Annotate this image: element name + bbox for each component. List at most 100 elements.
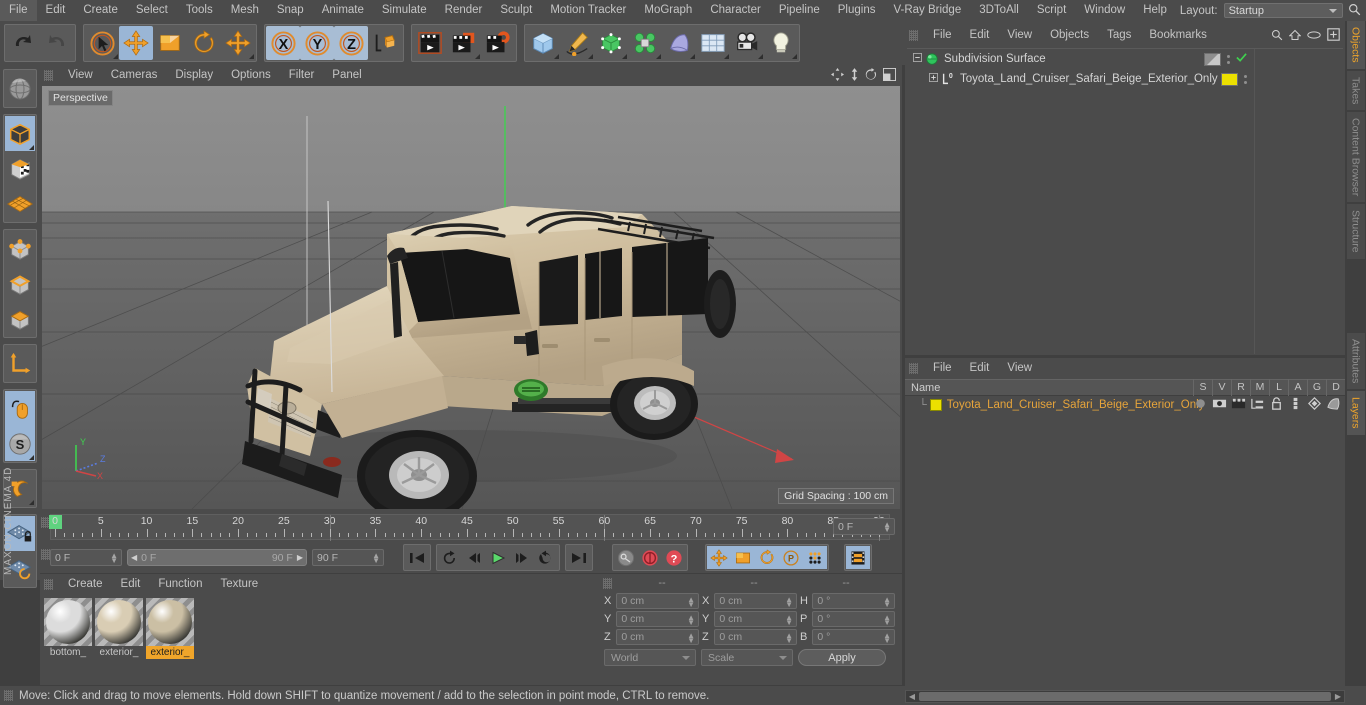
viewport-menu-options[interactable]: Options [222, 65, 280, 86]
object-menu-bookmarks[interactable]: Bookmarks [1140, 25, 1216, 46]
layout-select[interactable]: Startup [1223, 3, 1343, 18]
scroll-thumb[interactable] [919, 692, 1331, 701]
size-field[interactable]: 0 cm ▲ ▼ [714, 593, 797, 609]
preview-range-bar[interactable]: ◀ 0 F 90 F ▶ [127, 549, 307, 566]
spline-pen-button[interactable] [560, 26, 594, 60]
viewport-menu-view[interactable]: View [59, 65, 102, 86]
menu-item-mograph[interactable]: MoGraph [635, 0, 701, 21]
camera-button[interactable] [730, 26, 764, 60]
status-grip[interactable] [4, 690, 13, 701]
menu-item-edit[interactable]: Edit [37, 0, 75, 21]
spinner-icon[interactable]: ▲ ▼ [785, 632, 793, 645]
rotation-field[interactable]: 0 ° ▲ ▼ [812, 593, 895, 609]
layer-menu-view[interactable]: View [998, 358, 1041, 379]
spinner-icon[interactable]: ▲ ▼ [785, 596, 793, 609]
object-menu-view[interactable]: View [998, 25, 1041, 46]
position-key-button[interactable] [707, 546, 731, 569]
spinner-icon[interactable]: ▲ ▼ [687, 614, 695, 627]
spinner-icon[interactable]: ▲ ▼ [785, 614, 793, 627]
menu-item-create[interactable]: Create [74, 0, 127, 21]
modelling-axis-tool[interactable] [221, 26, 255, 60]
eye-icon[interactable] [1307, 29, 1321, 43]
edges-mode-button[interactable] [5, 266, 35, 301]
scroll-left-arrow-icon[interactable]: ◀ [906, 692, 918, 701]
object-menu-tags[interactable]: Tags [1098, 25, 1140, 46]
coordinate-system-dropdown[interactable]: World [604, 649, 696, 666]
object-row[interactable]: 0 Toyota_Land_Cruiser_Safari_Beige_Exteri… [907, 69, 1343, 89]
rotate-tool[interactable] [187, 26, 221, 60]
spinner-icon[interactable]: ▲ ▼ [110, 552, 118, 565]
go-to-start-button[interactable] [405, 546, 429, 569]
dock-tab-structure[interactable]: Structure [1346, 204, 1365, 259]
range-right-arrow-icon[interactable]: ▶ [297, 553, 303, 562]
menu-item-motion-tracker[interactable]: Motion Tracker [541, 0, 635, 21]
lock-y-axis[interactable]: Y [300, 26, 334, 60]
texture-axis-tool[interactable] [5, 71, 35, 106]
end-frame-field[interactable]: 0 F ▲ ▼ [833, 518, 895, 535]
menu-item-file[interactable]: File [0, 0, 37, 21]
visibility-dots-icon[interactable] [1227, 54, 1230, 64]
expand-toggle-icon[interactable] [913, 53, 922, 65]
dock-tab-objects[interactable]: Objects [1346, 21, 1365, 69]
size-field[interactable]: 0 cm ▲ ▼ [714, 611, 797, 627]
rotate-view-icon[interactable] [865, 68, 878, 84]
play-button[interactable] [486, 546, 510, 569]
maximize-viewport-icon[interactable] [883, 68, 896, 84]
workplane-mode-button[interactable] [5, 186, 35, 221]
material-preview[interactable] [95, 598, 143, 646]
expand-toggle-icon[interactable] [929, 73, 938, 85]
spinner-icon[interactable]: ▲ ▼ [883, 614, 891, 627]
viewport-menu-panel[interactable]: Panel [323, 65, 370, 86]
position-field[interactable]: 0 cm ▲ ▼ [616, 629, 699, 645]
horizontal-scrollbar[interactable]: ◀ ▶ [905, 690, 1345, 703]
scene-object-button[interactable] [696, 26, 730, 60]
undo-button[interactable] [6, 26, 40, 60]
layer-manager-grip[interactable] [909, 363, 918, 374]
new-tab-icon[interactable] [1327, 28, 1340, 44]
layer-col-s[interactable]: S [1193, 379, 1212, 396]
render-clapper-icon[interactable] [1231, 396, 1246, 414]
material-item[interactable]: exterior_ [146, 598, 194, 659]
timeline-ruler[interactable]: 051015202530354045505560657075808590 [49, 514, 890, 541]
layer-col-m[interactable]: M [1250, 379, 1269, 396]
animation-icon[interactable] [1288, 396, 1303, 414]
viewport-camera-tag[interactable]: Perspective [48, 90, 113, 106]
object-row[interactable]: Subdivision Surface [907, 49, 1343, 69]
timeline-controls-grip[interactable] [41, 549, 50, 560]
visible-eye-icon[interactable] [1212, 396, 1227, 414]
search-icon[interactable] [1271, 29, 1283, 44]
object-menu-objects[interactable]: Objects [1041, 25, 1098, 46]
position-field[interactable]: 0 cm ▲ ▼ [616, 611, 699, 627]
apply-button[interactable]: Apply [798, 649, 886, 666]
dolly-icon[interactable] [849, 68, 860, 84]
polygon-object-icon[interactable]: 0 [941, 72, 955, 86]
move-tool[interactable] [119, 26, 153, 60]
dock-tab-attributes[interactable]: Attributes [1346, 332, 1365, 390]
menu-item-script[interactable]: Script [1028, 0, 1075, 21]
world-object-coordinates[interactable] [368, 26, 402, 60]
layer-col-l[interactable]: L [1269, 379, 1288, 396]
light-button[interactable] [764, 26, 798, 60]
render-settings-button[interactable] [481, 26, 515, 60]
home-icon[interactable] [1288, 29, 1302, 44]
previous-frame-button[interactable] [462, 546, 486, 569]
layer-row[interactable]: └ Toyota_Land_Cruiser_Safari_Beige_Exter… [905, 396, 1345, 414]
object-menu-edit[interactable]: Edit [961, 25, 999, 46]
menu-item-v-ray-bridge[interactable]: V-Ray Bridge [884, 0, 970, 21]
add-cube-button[interactable] [526, 26, 560, 60]
menu-item-select[interactable]: Select [127, 0, 177, 21]
menu-item-character[interactable]: Character [701, 0, 770, 21]
material-menu-texture[interactable]: Texture [211, 574, 267, 595]
material-menu-edit[interactable]: Edit [112, 574, 150, 595]
points-mode-button[interactable] [5, 231, 35, 266]
material-item[interactable]: bottom_ [44, 598, 92, 659]
play-forward-loop-button[interactable] [534, 546, 558, 569]
polygons-mode-button[interactable] [5, 301, 35, 336]
scroll-right-arrow-icon[interactable]: ▶ [1332, 692, 1344, 701]
enable-snapping-button[interactable] [5, 391, 35, 426]
layer-col-g[interactable]: G [1307, 379, 1326, 396]
rotation-key-button[interactable] [755, 546, 779, 569]
spinner-icon[interactable]: ▲ ▼ [372, 552, 380, 565]
spinner-icon[interactable]: ▲ ▼ [687, 596, 695, 609]
material-preview[interactable] [44, 598, 92, 646]
